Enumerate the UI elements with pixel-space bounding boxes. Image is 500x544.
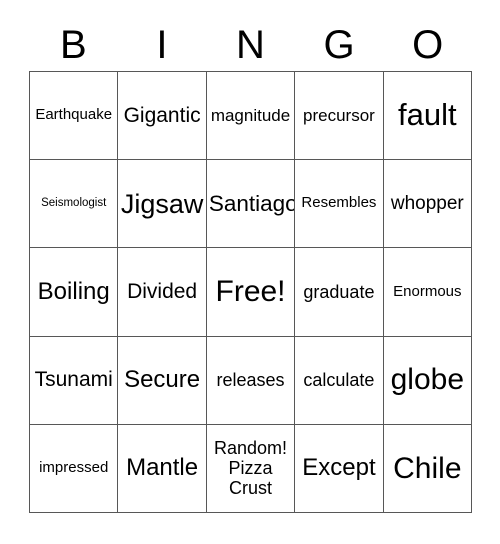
bingo-cell[interactable]: magnitude xyxy=(206,72,296,161)
bingo-cell-text: impressed xyxy=(39,459,109,477)
bingo-cell-text: Jigsaw xyxy=(120,188,204,219)
bingo-cell[interactable]: Gigantic xyxy=(118,72,207,161)
bingo-cell-text: Chile xyxy=(393,451,462,485)
bingo-grid: Earthquake Gigantic magnitude precursor … xyxy=(29,71,473,514)
bingo-cell[interactable]: Resembles xyxy=(295,160,384,249)
bingo-cell-text: Seismologist xyxy=(41,197,107,210)
bingo-cell[interactable]: Random! Pizza Crust xyxy=(206,424,296,514)
bingo-cell[interactable]: Tsunami xyxy=(30,336,119,425)
bingo-cell[interactable]: globe xyxy=(383,336,473,425)
bingo-cell-text: Earthquake xyxy=(35,106,113,124)
bingo-row: Boiling Divided Free! graduate Enormous xyxy=(30,248,473,337)
bingo-cell[interactable]: precursor xyxy=(295,72,384,161)
bingo-cell-text: Secure xyxy=(124,365,201,393)
bingo-header-row: B I N G O xyxy=(29,18,472,71)
bingo-cell-text: graduate xyxy=(303,281,375,302)
bingo-row: Tsunami Secure releases calculate globe xyxy=(30,336,473,425)
bingo-free-space-text: Free! xyxy=(215,275,286,309)
bingo-cell[interactable]: calculate xyxy=(295,336,384,425)
bingo-row: Seismologist Jigsaw Santiago Resembles w… xyxy=(30,160,473,249)
bingo-cell[interactable]: Chile xyxy=(383,424,473,514)
bingo-cell-text: Tsunami xyxy=(34,368,113,392)
bingo-cell-text: Random! Pizza Crust xyxy=(213,438,288,499)
bingo-cell[interactable]: graduate xyxy=(295,248,384,337)
bingo-cell[interactable]: impressed xyxy=(30,424,119,514)
bingo-header-letter-o: O xyxy=(412,22,444,67)
bingo-cell-text: Gigantic xyxy=(123,103,201,127)
bingo-cell[interactable]: Enormous xyxy=(383,248,473,337)
bingo-cell-text: Except xyxy=(302,453,376,481)
bingo-cell[interactable]: fault xyxy=(383,72,473,161)
bingo-cell-text: precursor xyxy=(303,106,375,126)
bingo-cell-text: Mantle xyxy=(126,453,199,481)
bingo-cell-text: Enormous xyxy=(393,282,462,300)
bingo-cell-free-space[interactable]: Free! xyxy=(206,248,296,337)
bingo-row: impressed Mantle Random! Pizza Crust Exc… xyxy=(30,424,473,514)
bingo-cell[interactable]: Seismologist xyxy=(30,160,119,249)
bingo-cell[interactable]: Secure xyxy=(118,336,207,425)
bingo-cell-text: Resembles xyxy=(301,194,377,212)
bingo-cell-text: magnitude xyxy=(210,106,291,126)
bingo-cell[interactable]: Jigsaw xyxy=(118,160,207,249)
bingo-row: Earthquake Gigantic magnitude precursor … xyxy=(30,72,473,161)
bingo-cell-text: Boiling xyxy=(37,277,110,305)
bingo-cell[interactable]: Earthquake xyxy=(30,72,119,161)
bingo-header-letter-n: N xyxy=(236,22,265,67)
bingo-cell[interactable]: Santiago xyxy=(206,160,296,249)
bingo-cell-text: fault xyxy=(398,97,457,133)
bingo-cell-text: releases xyxy=(216,370,285,391)
bingo-cell-text: whopper xyxy=(390,193,464,215)
bingo-cell-text: calculate xyxy=(303,370,375,391)
bingo-cell[interactable]: whopper xyxy=(383,160,473,249)
bingo-cell-text: Santiago xyxy=(208,191,296,217)
bingo-cell[interactable]: Boiling xyxy=(30,248,119,337)
bingo-cell-text: Divided xyxy=(127,280,198,304)
bingo-cell[interactable]: Mantle xyxy=(118,424,207,514)
bingo-header-letter-b: B xyxy=(59,22,87,67)
bingo-card: B I N G O Earthquake Gigantic magnitude … xyxy=(0,0,500,544)
bingo-cell[interactable]: Divided xyxy=(118,248,207,337)
bingo-header-letter-g: G xyxy=(323,22,355,67)
bingo-header-letter-i: I xyxy=(156,22,168,67)
bingo-cell[interactable]: releases xyxy=(206,336,296,425)
bingo-cell-text: globe xyxy=(390,363,465,397)
bingo-cell[interactable]: Except xyxy=(295,424,384,514)
